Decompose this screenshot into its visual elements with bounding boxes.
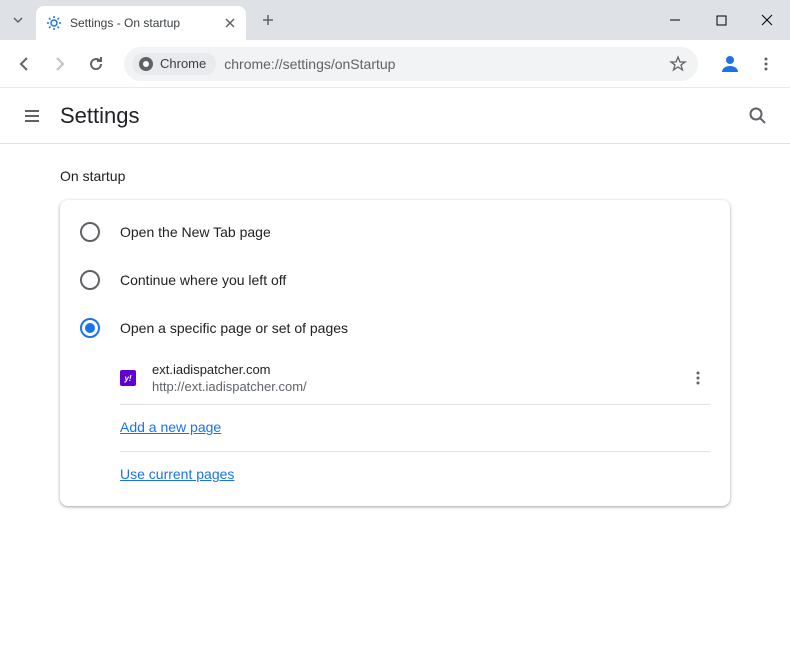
- window-titlebar: Settings - On startup: [0, 0, 790, 40]
- search-icon[interactable]: [746, 104, 770, 128]
- add-page-row: Add a new page: [60, 405, 730, 451]
- yahoo-favicon-icon: y!: [120, 370, 136, 386]
- reload-button[interactable]: [80, 48, 112, 80]
- browser-tab[interactable]: Settings - On startup: [36, 6, 246, 40]
- tab-title: Settings - On startup: [70, 16, 222, 30]
- radio-label: Open a specific page or set of pages: [120, 320, 348, 336]
- window-controls: [652, 0, 790, 40]
- settings-header: Settings: [0, 88, 790, 144]
- browser-toolbar: Chrome chrome://settings/onStartup: [0, 40, 790, 88]
- maximize-button[interactable]: [698, 0, 744, 40]
- minimize-button[interactable]: [652, 0, 698, 40]
- more-actions-icon[interactable]: [686, 366, 710, 390]
- url-text: chrome://settings/onStartup: [224, 56, 664, 72]
- svg-text:y!: y!: [123, 374, 131, 383]
- new-tab-button[interactable]: [254, 6, 282, 34]
- settings-gear-icon: [46, 15, 62, 31]
- profile-button[interactable]: [714, 48, 746, 80]
- startup-card: Open the New Tab page Continue where you…: [60, 200, 730, 506]
- page-title: Settings: [60, 103, 746, 129]
- startup-page-row: y! ext.iadispatcher.com http://ext.iadis…: [60, 352, 730, 404]
- radio-new-tab[interactable]: Open the New Tab page: [60, 208, 730, 256]
- add-page-link[interactable]: Add a new page: [120, 419, 221, 435]
- radio-specific-pages[interactable]: Open a specific page or set of pages: [60, 304, 730, 352]
- page-url-text: http://ext.iadispatcher.com/: [152, 379, 686, 394]
- tab-search-dropdown[interactable]: [0, 0, 36, 40]
- radio-icon: [80, 318, 100, 338]
- settings-content: On startup Open the New Tab page Continu…: [0, 144, 790, 530]
- chrome-chip-label: Chrome: [160, 56, 206, 71]
- bookmark-star-icon[interactable]: [664, 50, 692, 78]
- close-tab-icon[interactable]: [222, 15, 238, 31]
- radio-continue[interactable]: Continue where you left off: [60, 256, 730, 304]
- chrome-chip: Chrome: [132, 53, 216, 75]
- section-title: On startup: [60, 168, 730, 184]
- kebab-menu-icon[interactable]: [750, 48, 782, 80]
- radio-label: Open the New Tab page: [120, 224, 271, 240]
- radio-label: Continue where you left off: [120, 272, 286, 288]
- chrome-logo-icon: [138, 56, 154, 72]
- use-current-row: Use current pages: [60, 452, 730, 498]
- radio-icon: [80, 270, 100, 290]
- page-info: ext.iadispatcher.com http://ext.iadispat…: [152, 362, 686, 394]
- address-bar[interactable]: Chrome chrome://settings/onStartup: [124, 47, 698, 81]
- close-window-button[interactable]: [744, 0, 790, 40]
- use-current-link[interactable]: Use current pages: [120, 466, 234, 482]
- page-title-text: ext.iadispatcher.com: [152, 362, 686, 377]
- forward-button[interactable]: [44, 48, 76, 80]
- hamburger-menu-icon[interactable]: [20, 104, 44, 128]
- radio-icon: [80, 222, 100, 242]
- back-button[interactable]: [8, 48, 40, 80]
